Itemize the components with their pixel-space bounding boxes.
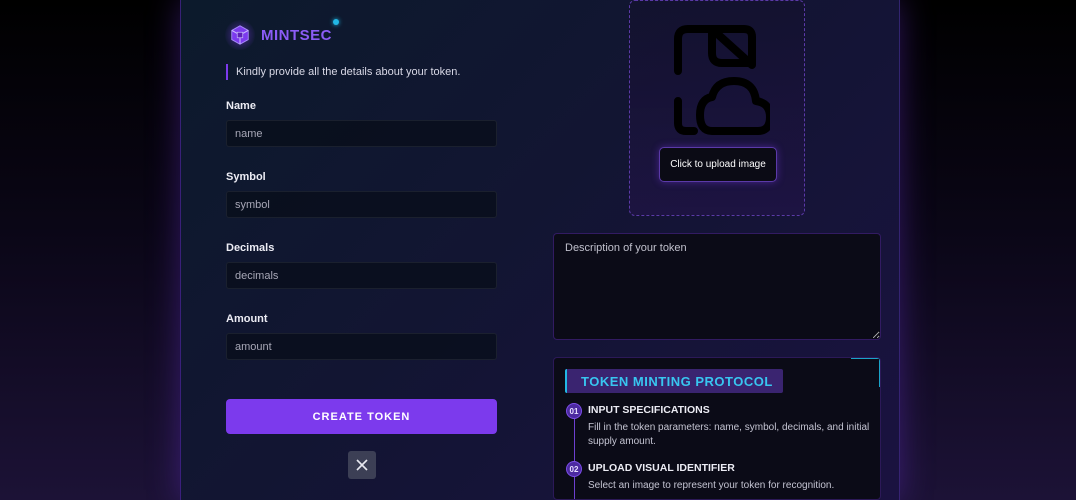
brand-dot bbox=[333, 19, 339, 25]
close-icon bbox=[356, 459, 368, 471]
timeline-line bbox=[574, 412, 575, 499]
minting-protocol-panel: TOKEN MINTING PROTOCOL 01 INPUT SPECIFIC… bbox=[553, 357, 881, 500]
protocol-title: TOKEN MINTING PROTOCOL bbox=[565, 369, 783, 393]
panel-corner-accent bbox=[851, 358, 880, 387]
symbol-label: Symbol bbox=[226, 171, 266, 183]
step-title: INPUT SPECIFICATIONS bbox=[588, 404, 710, 416]
upload-image-button[interactable]: Click to upload image bbox=[659, 147, 777, 182]
amount-input[interactable] bbox=[226, 333, 497, 360]
step-number-badge: 02 bbox=[566, 461, 582, 477]
brand-name: MINTSEC bbox=[261, 26, 332, 44]
step-description: Select an image to represent your token … bbox=[588, 480, 835, 491]
step-title: UPLOAD VISUAL IDENTIFIER bbox=[588, 462, 735, 474]
image-upload-zone[interactable]: Click to upload image bbox=[629, 0, 805, 216]
create-token-button[interactable]: CREATE TOKEN bbox=[226, 399, 497, 434]
decimals-input[interactable] bbox=[226, 262, 497, 289]
symbol-input[interactable] bbox=[226, 191, 497, 218]
amount-label: Amount bbox=[226, 313, 268, 325]
file-cloud-upload-icon bbox=[674, 25, 770, 135]
token-description-textarea[interactable] bbox=[553, 233, 881, 340]
page-background-left bbox=[0, 0, 180, 500]
close-button[interactable] bbox=[348, 451, 376, 479]
name-input[interactable] bbox=[226, 120, 497, 147]
step-description: Fill in the token parameters: name, symb… bbox=[588, 422, 870, 447]
step-number-badge: 01 bbox=[566, 403, 582, 419]
brand-logo: MINTSEC bbox=[225, 19, 339, 50]
create-token-modal: MINTSEC Kindly provide all the details a… bbox=[180, 0, 900, 500]
form-intro: Kindly provide all the details about you… bbox=[226, 64, 460, 80]
name-label: Name bbox=[226, 100, 256, 112]
page-background-right bbox=[900, 0, 1076, 500]
decimals-label: Decimals bbox=[226, 242, 275, 254]
cube-logo-icon bbox=[225, 20, 255, 50]
